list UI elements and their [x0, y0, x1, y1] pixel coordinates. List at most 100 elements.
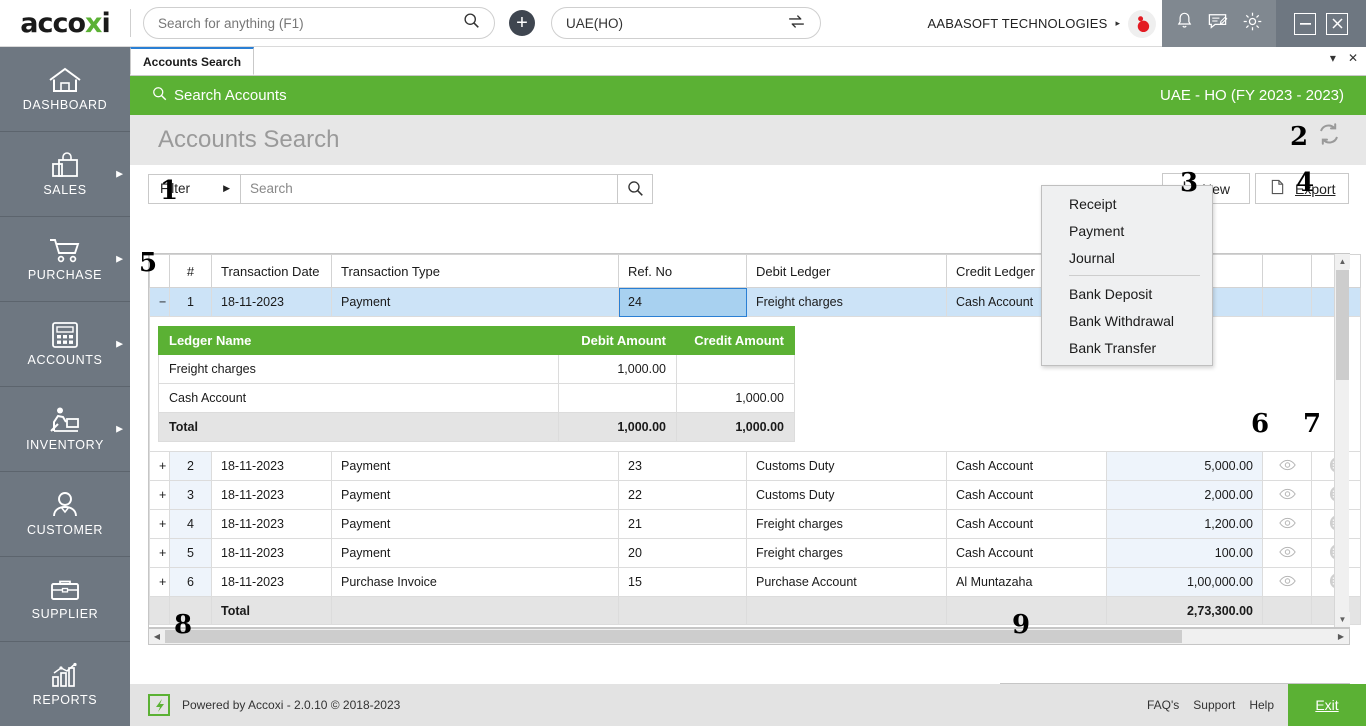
organization-block[interactable]: AABASOFT TECHNOLOGIES ▸	[927, 0, 1162, 47]
chevron-right-icon[interactable]: ▶	[116, 339, 123, 350]
scroll-down-icon[interactable]: ▼	[1335, 612, 1350, 627]
row-type: Payment	[331, 480, 619, 510]
table-row[interactable]: + 4 18-11-2023 Payment 21 Freight charge…	[149, 509, 1361, 539]
sidebar-item-sales[interactable]: SALES ▶	[0, 132, 130, 217]
grid-horizontal-scrollbar[interactable]: ◀ ▶	[148, 628, 1350, 645]
scroll-left-icon[interactable]: ◀	[149, 629, 165, 644]
table-row[interactable]: + 3 18-11-2023 Payment 22 Customs Duty C…	[149, 480, 1361, 510]
row-view-button[interactable]	[1262, 538, 1312, 568]
search-icon	[152, 86, 167, 105]
gear-icon[interactable]	[1242, 11, 1263, 37]
col-debit-ledger[interactable]: Debit Ledger	[746, 254, 947, 288]
page-title: Accounts Search	[158, 126, 340, 153]
chevron-right-icon[interactable]: ▶	[116, 169, 123, 180]
message-icon[interactable]	[1207, 11, 1228, 36]
row-view-button[interactable]	[1262, 509, 1312, 539]
fiscal-context: UAE - HO (FY 2023 - 2023)	[1160, 87, 1344, 104]
filter-dropdown-button[interactable]: Filter ▶	[149, 174, 241, 203]
branch-selector[interactable]: UAE(HO)	[551, 7, 821, 39]
close-icon[interactable]	[1326, 12, 1348, 35]
scroll-thumb-horizontal[interactable]	[165, 630, 1182, 643]
chevron-right-icon[interactable]: ▶	[116, 424, 123, 435]
sidebar-item-customer[interactable]: CUSTOMER	[0, 472, 130, 557]
chevron-down-icon[interactable]: ▾	[1330, 51, 1336, 65]
footer-link-faqs[interactable]: FAQ's	[1147, 698, 1179, 712]
window-controls	[1276, 0, 1366, 47]
header-icon-strip	[1162, 0, 1276, 47]
sidebar-item-reports[interactable]: REPORTS	[0, 642, 130, 726]
row-view-button[interactable]	[1262, 480, 1312, 510]
search-icon[interactable]	[463, 12, 480, 34]
row-date: 18-11-2023	[211, 451, 332, 481]
row-expand-toggle[interactable]: +	[149, 538, 170, 568]
scroll-thumb-vertical[interactable]	[1336, 270, 1349, 380]
search-button[interactable]	[617, 174, 652, 203]
row-expand-toggle[interactable]: +	[149, 480, 170, 510]
minimize-icon[interactable]	[1294, 12, 1316, 35]
global-search-input[interactable]	[158, 15, 463, 31]
export-button[interactable]: Export	[1255, 173, 1349, 204]
row-date: 18-11-2023	[211, 509, 332, 539]
accoxi-mark-icon	[148, 694, 170, 716]
detail-col-debit-amount: Debit Amount	[558, 326, 677, 355]
row-date: 18-11-2023	[211, 287, 332, 317]
grid-total-row: Total 2,73,300.00	[149, 596, 1361, 625]
detail-ledger-name: Freight charges	[158, 354, 559, 384]
menu-item-bank-withdrawal[interactable]: Bank Withdrawal	[1042, 307, 1212, 334]
row-view-button[interactable]	[1262, 451, 1312, 481]
scroll-up-icon[interactable]: ▲	[1335, 254, 1350, 269]
menu-item-payment[interactable]: Payment	[1042, 217, 1212, 244]
row-expand-toggle[interactable]: +	[149, 451, 170, 481]
row-ref: 23	[618, 451, 747, 481]
col-transaction-date[interactable]: Transaction Date	[211, 254, 332, 288]
avatar[interactable]	[1128, 9, 1156, 38]
tab-accounts-search[interactable]: Accounts Search	[130, 47, 255, 75]
grid-vertical-scrollbar[interactable]: ▲ ▼	[1334, 254, 1350, 627]
row-expand-toggle[interactable]: +	[149, 509, 170, 539]
sidebar-item-inventory[interactable]: INVENTORY ▶	[0, 387, 130, 472]
bell-icon[interactable]	[1175, 11, 1194, 36]
table-row[interactable]: + 5 18-11-2023 Payment 20 Freight charge…	[149, 538, 1361, 568]
refresh-button[interactable]	[1314, 119, 1344, 149]
quick-add-button[interactable]: +	[509, 10, 535, 36]
row-view-button[interactable]	[1262, 567, 1312, 597]
chevron-right-icon[interactable]: ▸	[1115, 18, 1120, 29]
menu-item-bank-deposit[interactable]: Bank Deposit	[1042, 280, 1212, 307]
table-row[interactable]: + 2 18-11-2023 Payment 23 Customs Duty C…	[149, 451, 1361, 481]
row-number: 2	[169, 451, 212, 481]
row-type: Payment	[331, 451, 619, 481]
col-transaction-type[interactable]: Transaction Type	[331, 254, 619, 288]
col-number[interactable]: #	[169, 254, 212, 288]
sidebar-item-dashboard[interactable]: DASHBOARD	[0, 47, 130, 132]
col-ref-no[interactable]: Ref. No	[618, 254, 747, 288]
sidebar-item-purchase[interactable]: PURCHASE ▶	[0, 217, 130, 302]
total-credit-cell	[946, 596, 1107, 625]
table-row[interactable]: + 6 18-11-2023 Purchase Invoice 15 Purch…	[149, 567, 1361, 597]
chevron-right-icon[interactable]: ▶	[116, 254, 123, 265]
row-expand-toggle[interactable]: +	[149, 567, 170, 597]
search-input[interactable]	[241, 174, 617, 203]
switch-branch-icon[interactable]	[787, 13, 806, 33]
scroll-right-icon[interactable]: ▶	[1333, 629, 1349, 644]
sidebar-item-label: DASHBOARD	[22, 97, 108, 112]
menu-item-receipt[interactable]: Receipt	[1042, 190, 1212, 217]
footer-link-support[interactable]: Support	[1193, 698, 1235, 712]
menu-item-journal[interactable]: Journal	[1042, 244, 1212, 271]
detail-debit-amount: 1,000.00	[558, 354, 677, 384]
sidebar-item-supplier[interactable]: SUPPLIER	[0, 557, 130, 642]
sidebar-item-label: SUPPLIER	[31, 607, 99, 621]
exit-button[interactable]: Exit	[1288, 684, 1366, 726]
row-ref[interactable]: 24	[618, 287, 747, 317]
tab-label: Accounts Search	[143, 54, 242, 69]
menu-item-bank-transfer[interactable]: Bank Transfer	[1042, 334, 1212, 361]
row-type: Payment	[331, 287, 619, 317]
detail-credit-amount	[676, 354, 795, 384]
row-debit-ledger: Freight charges	[746, 509, 947, 539]
close-tab-icon[interactable]: ✕	[1348, 51, 1358, 65]
global-search[interactable]	[143, 7, 495, 39]
row-collapse-toggle[interactable]: −	[149, 287, 170, 317]
footer-link-help[interactable]: Help	[1249, 698, 1274, 712]
scroll-track-horizontal[interactable]	[165, 629, 1333, 644]
sidebar-item-accounts[interactable]: ACCOUNTS ▶	[0, 302, 130, 387]
row-amount: 2,000.00	[1106, 480, 1263, 510]
